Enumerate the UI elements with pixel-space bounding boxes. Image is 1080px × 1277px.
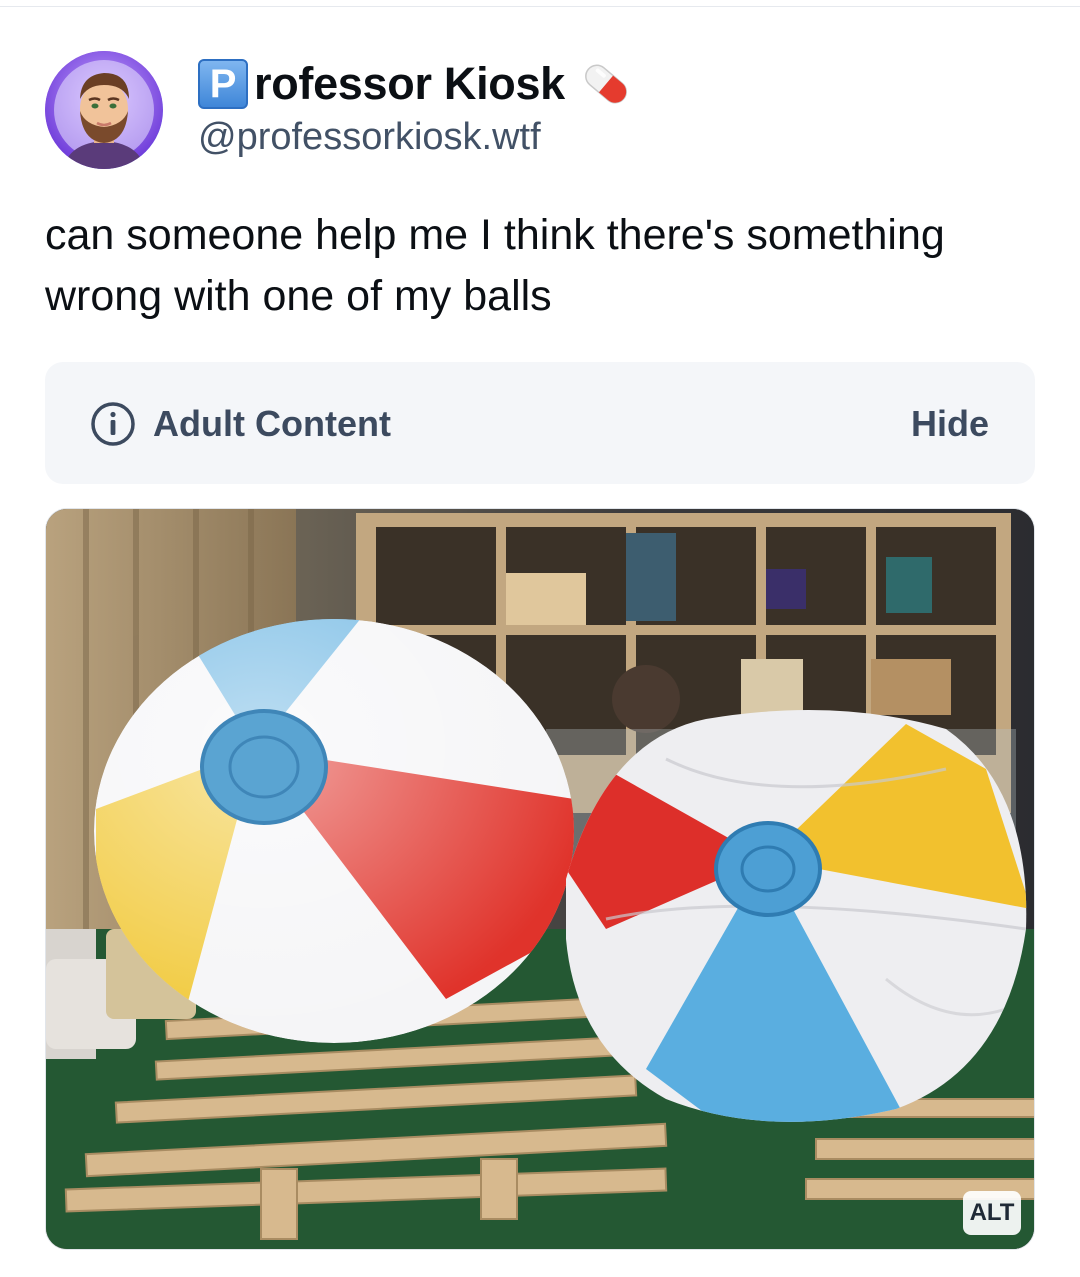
info-icon — [91, 402, 135, 446]
badge-letter: P — [209, 61, 237, 106]
content-warning-banner: Adult Content Hide — [45, 362, 1035, 484]
hide-button[interactable]: Hide — [911, 402, 989, 446]
pill-capsule-icon — [584, 64, 627, 104]
parking-p-badge-icon: P — [198, 59, 248, 109]
alt-text-button[interactable]: ALT — [963, 1191, 1021, 1235]
post-text: can someone help me I think there's some… — [45, 211, 945, 320]
post-image[interactable]: ALT — [45, 508, 1035, 1250]
avatar-cartoon-man-icon — [45, 51, 163, 169]
display-name-text: rofessor Kiosk — [254, 58, 565, 109]
author-display-name[interactable]: P rofessor Kiosk — [198, 56, 635, 112]
avatar[interactable] — [45, 51, 163, 169]
beach-balls-photo — [46, 509, 1034, 1249]
content-warning-label: Adult Content — [153, 403, 391, 444]
author-handle[interactable]: @professorkiosk.wtf — [198, 116, 541, 159]
post: P rofessor Kiosk @professorkiosk.wtf can… — [0, 0, 1080, 1277]
